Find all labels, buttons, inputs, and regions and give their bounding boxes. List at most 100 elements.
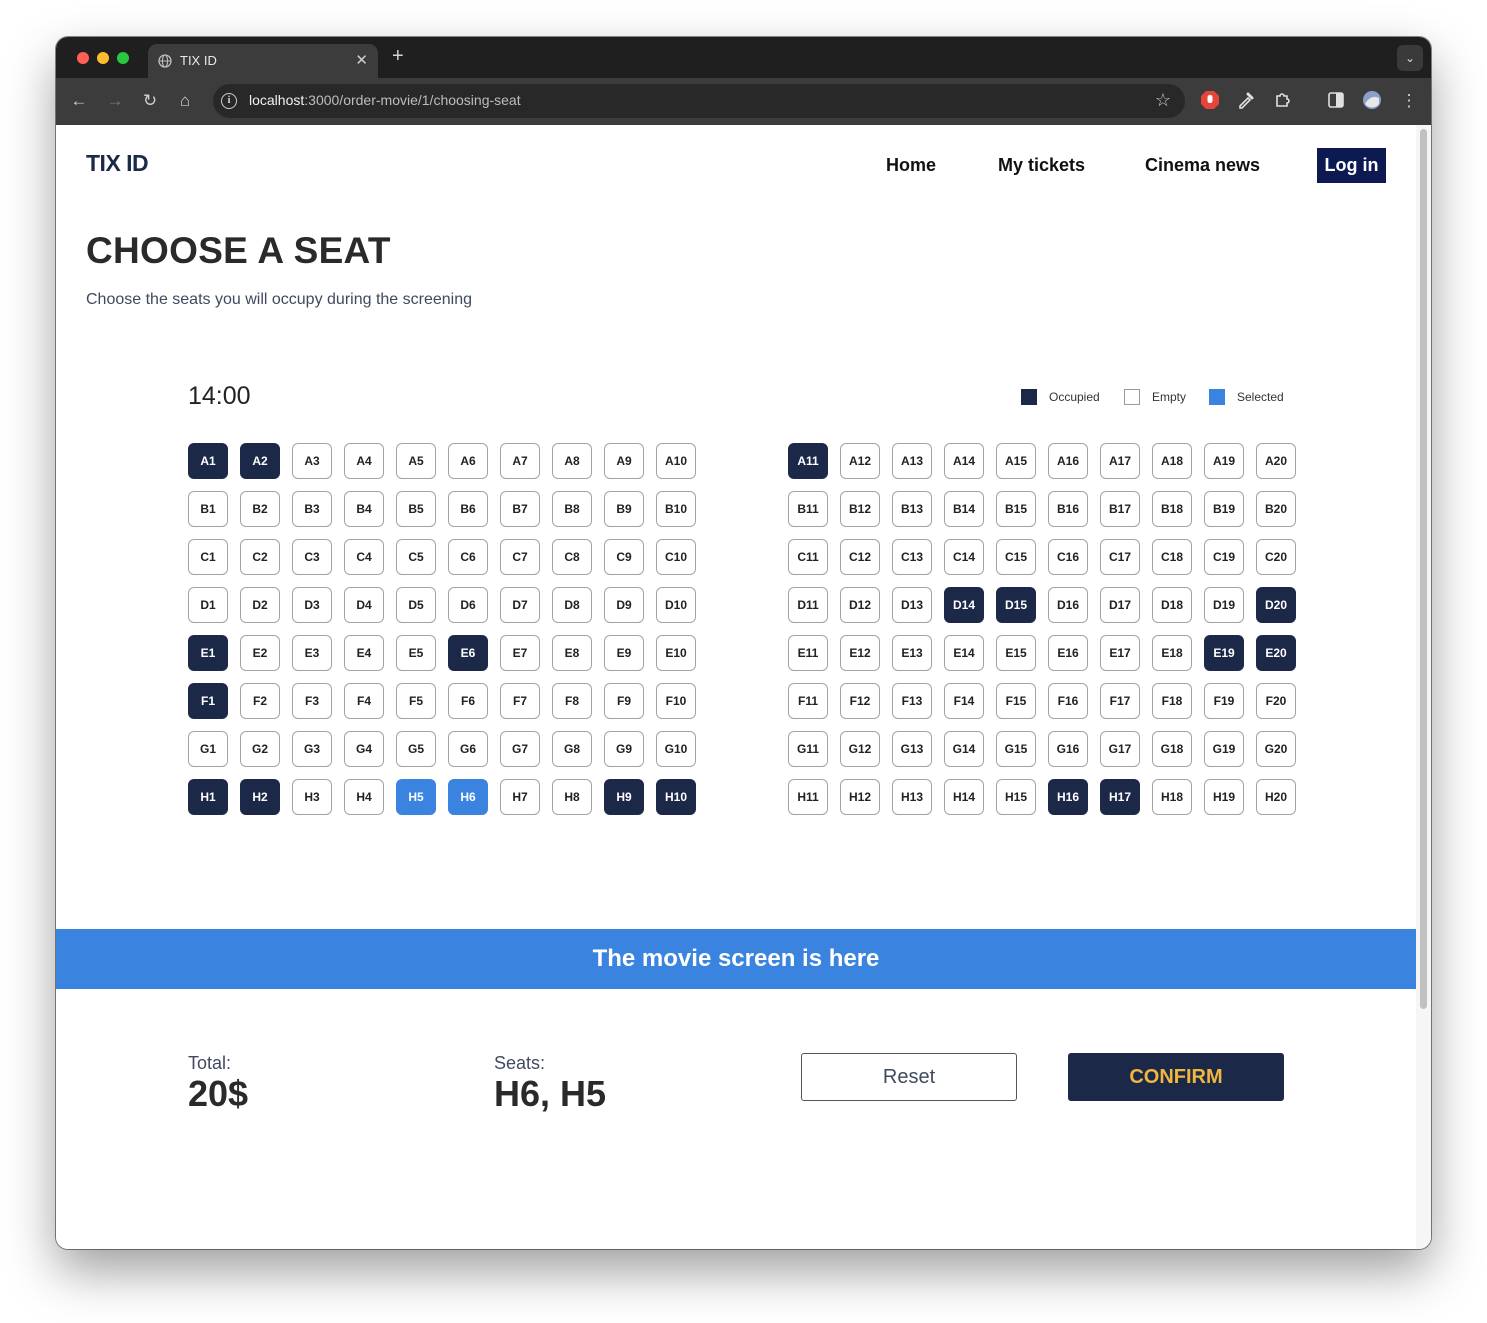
seat-h14[interactable]: H14 <box>944 779 984 815</box>
seat-a5[interactable]: A5 <box>396 443 436 479</box>
seat-g8[interactable]: G8 <box>552 731 592 767</box>
seat-h11[interactable]: H11 <box>788 779 828 815</box>
seat-b6[interactable]: B6 <box>448 491 488 527</box>
nav-my-tickets[interactable]: My tickets <box>998 155 1085 176</box>
seat-f12[interactable]: F12 <box>840 683 880 719</box>
seat-g14[interactable]: G14 <box>944 731 984 767</box>
seat-d6[interactable]: D6 <box>448 587 488 623</box>
seat-f7[interactable]: F7 <box>500 683 540 719</box>
seat-b2[interactable]: B2 <box>240 491 280 527</box>
seat-e14[interactable]: E14 <box>944 635 984 671</box>
seat-e3[interactable]: E3 <box>292 635 332 671</box>
page-scrollbar[interactable] <box>1416 125 1431 1249</box>
close-window-button[interactable] <box>77 52 89 64</box>
seat-d17[interactable]: D17 <box>1100 587 1140 623</box>
seat-c2[interactable]: C2 <box>240 539 280 575</box>
seat-f10[interactable]: F10 <box>656 683 696 719</box>
forward-button[interactable]: → <box>104 90 126 112</box>
seat-h19[interactable]: H19 <box>1204 779 1244 815</box>
seat-d11[interactable]: D11 <box>788 587 828 623</box>
seat-a8[interactable]: A8 <box>552 443 592 479</box>
extensions-puzzle-icon[interactable] <box>1273 90 1293 110</box>
seat-a15[interactable]: A15 <box>996 443 1036 479</box>
seat-g19[interactable]: G19 <box>1204 731 1244 767</box>
seat-g16[interactable]: G16 <box>1048 731 1088 767</box>
seat-g3[interactable]: G3 <box>292 731 332 767</box>
seat-g9[interactable]: G9 <box>604 731 644 767</box>
seat-a4[interactable]: A4 <box>344 443 384 479</box>
profile-avatar-icon[interactable] <box>1362 90 1382 110</box>
tab-close-icon[interactable]: ✕ <box>355 51 368 69</box>
seat-b11[interactable]: B11 <box>788 491 828 527</box>
nav-home[interactable]: Home <box>886 155 936 176</box>
address-bar[interactable]: i localhost:3000/order-movie/1/choosing-… <box>213 84 1185 118</box>
side-panel-icon[interactable] <box>1326 90 1346 110</box>
browser-tab[interactable]: TIX ID ✕ <box>148 44 378 78</box>
seat-g11[interactable]: G11 <box>788 731 828 767</box>
seat-f6[interactable]: F6 <box>448 683 488 719</box>
seat-f16[interactable]: F16 <box>1048 683 1088 719</box>
seat-c9[interactable]: C9 <box>604 539 644 575</box>
seat-a18[interactable]: A18 <box>1152 443 1192 479</box>
new-tab-button[interactable]: + <box>392 45 404 68</box>
seat-f13[interactable]: F13 <box>892 683 932 719</box>
seat-e11[interactable]: E11 <box>788 635 828 671</box>
browser-menu-icon[interactable]: ⋮ <box>1398 90 1420 112</box>
seat-f11[interactable]: F11 <box>788 683 828 719</box>
seat-g15[interactable]: G15 <box>996 731 1036 767</box>
seat-f8[interactable]: F8 <box>552 683 592 719</box>
seat-d3[interactable]: D3 <box>292 587 332 623</box>
seat-c20[interactable]: C20 <box>1256 539 1296 575</box>
seat-a10[interactable]: A10 <box>656 443 696 479</box>
seat-d7[interactable]: D7 <box>500 587 540 623</box>
scrollbar-thumb[interactable] <box>1420 129 1427 1009</box>
seat-b13[interactable]: B13 <box>892 491 932 527</box>
seat-b19[interactable]: B19 <box>1204 491 1244 527</box>
seat-f15[interactable]: F15 <box>996 683 1036 719</box>
tix-id-logo[interactable]: TIX ID <box>86 150 149 177</box>
seat-d2[interactable]: D2 <box>240 587 280 623</box>
seat-g6[interactable]: G6 <box>448 731 488 767</box>
seat-c3[interactable]: C3 <box>292 539 332 575</box>
seat-f20[interactable]: F20 <box>1256 683 1296 719</box>
seat-h20[interactable]: H20 <box>1256 779 1296 815</box>
seat-a9[interactable]: A9 <box>604 443 644 479</box>
seat-f19[interactable]: F19 <box>1204 683 1244 719</box>
seat-g7[interactable]: G7 <box>500 731 540 767</box>
seat-b7[interactable]: B7 <box>500 491 540 527</box>
seat-a3[interactable]: A3 <box>292 443 332 479</box>
seat-f4[interactable]: F4 <box>344 683 384 719</box>
seat-e16[interactable]: E16 <box>1048 635 1088 671</box>
seat-e13[interactable]: E13 <box>892 635 932 671</box>
seat-h12[interactable]: H12 <box>840 779 880 815</box>
seat-e7[interactable]: E7 <box>500 635 540 671</box>
seat-g17[interactable]: G17 <box>1100 731 1140 767</box>
seat-e2[interactable]: E2 <box>240 635 280 671</box>
seat-c13[interactable]: C13 <box>892 539 932 575</box>
seat-g5[interactable]: G5 <box>396 731 436 767</box>
seat-f17[interactable]: F17 <box>1100 683 1140 719</box>
seat-d18[interactable]: D18 <box>1152 587 1192 623</box>
back-button[interactable]: ← <box>68 90 90 112</box>
seat-c19[interactable]: C19 <box>1204 539 1244 575</box>
seat-d9[interactable]: D9 <box>604 587 644 623</box>
seat-b5[interactable]: B5 <box>396 491 436 527</box>
seat-f2[interactable]: F2 <box>240 683 280 719</box>
seat-b3[interactable]: B3 <box>292 491 332 527</box>
seat-g18[interactable]: G18 <box>1152 731 1192 767</box>
seat-b8[interactable]: B8 <box>552 491 592 527</box>
seat-e18[interactable]: E18 <box>1152 635 1192 671</box>
site-info-icon[interactable]: i <box>221 93 237 109</box>
url-text[interactable]: localhost:3000/order-movie/1/choosing-se… <box>249 92 521 108</box>
seat-c8[interactable]: C8 <box>552 539 592 575</box>
seat-a20[interactable]: A20 <box>1256 443 1296 479</box>
seat-f18[interactable]: F18 <box>1152 683 1192 719</box>
seat-h5[interactable]: H5 <box>396 779 436 815</box>
seat-h13[interactable]: H13 <box>892 779 932 815</box>
seat-g1[interactable]: G1 <box>188 731 228 767</box>
seat-f3[interactable]: F3 <box>292 683 332 719</box>
login-button[interactable]: Log in <box>1317 148 1386 183</box>
seat-a12[interactable]: A12 <box>840 443 880 479</box>
seat-a19[interactable]: A19 <box>1204 443 1244 479</box>
seat-g4[interactable]: G4 <box>344 731 384 767</box>
